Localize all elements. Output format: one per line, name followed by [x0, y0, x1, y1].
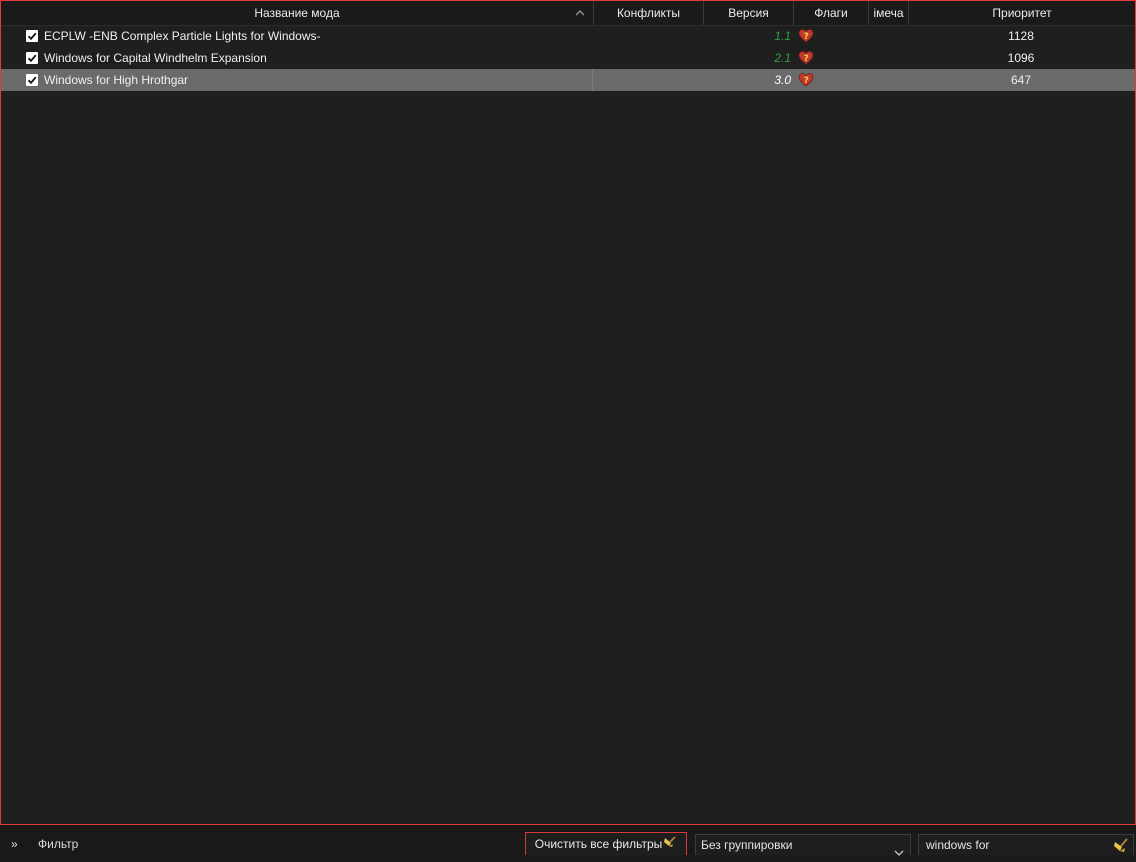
column-header-priority[interactable]: Приоритет — [909, 1, 1135, 25]
sort-ascending-icon — [573, 1, 587, 25]
chevron-down-icon — [894, 842, 904, 862]
column-header-conflicts[interactable]: Конфликты — [594, 1, 704, 25]
filter-label[interactable]: Фильтр — [38, 837, 78, 851]
mod-name: Windows for Capital Windhelm Expansion — [44, 51, 267, 65]
grouping-dropdown[interactable]: Без группировки — [695, 834, 911, 856]
clear-all-filters-button[interactable]: Очистить все фильтры — [525, 832, 687, 855]
mod-version: 3.0 — [774, 73, 791, 87]
enabled-checkbox[interactable] — [26, 52, 38, 64]
column-header-notes-label: імеча — [873, 6, 904, 20]
search-input-value: windows for — [926, 838, 990, 852]
mod-version: 2.1 — [774, 51, 791, 65]
enabled-checkbox[interactable] — [26, 30, 38, 42]
column-header-version[interactable]: Версия — [704, 1, 794, 25]
mod-priority: 647 — [1010, 73, 1032, 87]
clear-all-filters-label: Очистить все фильтры — [534, 837, 663, 851]
mod-row[interactable]: ECPLW -ENB Complex Particle Lights for W… — [1, 25, 1135, 47]
mod-priority: 1096 — [1007, 51, 1035, 65]
column-header-flags[interactable]: Флаги — [794, 1, 869, 25]
mod-row-selected[interactable]: Windows for High Hrothgar 3.0 ? 647 — [1, 69, 1135, 91]
column-header-version-label: Версия — [728, 6, 769, 20]
column-header-name[interactable]: Название мода — [1, 1, 594, 25]
mod-row[interactable]: Windows for Capital Windhelm Expansion 2… — [1, 47, 1135, 69]
mod-name: Windows for High Hrothgar — [44, 69, 593, 91]
svg-text:?: ? — [804, 76, 809, 86]
svg-text:?: ? — [804, 32, 809, 42]
mod-priority: 1128 — [1008, 29, 1034, 43]
svg-text:?: ? — [804, 54, 809, 64]
clear-search-broom-icon[interactable] — [1113, 837, 1129, 859]
heart-question-icon: ? — [798, 47, 816, 69]
mod-version: 1.1 — [774, 29, 791, 43]
broom-icon — [663, 833, 677, 856]
column-header-notes[interactable]: імеча — [869, 1, 909, 25]
expand-filters-button[interactable]: » — [11, 837, 23, 851]
column-header-bar: Название мода Конфликты Версия Флаги іме… — [1, 1, 1135, 26]
enabled-checkbox[interactable] — [26, 74, 38, 86]
column-header-conflicts-label: Конфликты — [616, 6, 681, 20]
column-header-name-label: Название мода — [254, 6, 340, 20]
heart-question-icon: ? — [798, 69, 816, 91]
grouping-selected-value: Без группировки — [701, 838, 793, 852]
mod-name: ECPLW -ENB Complex Particle Lights for W… — [44, 29, 321, 43]
filter-bar: » Фильтр Очистить все фильтры Без группи… — [0, 825, 1136, 856]
column-header-priority-label: Приоритет — [992, 6, 1052, 20]
mod-list[interactable]: Название мода Конфликты Версия Флаги іме… — [0, 0, 1136, 825]
search-input[interactable]: windows for — [918, 834, 1134, 855]
heart-question-icon: ? — [798, 25, 816, 47]
column-header-flags-label: Флаги — [814, 6, 848, 20]
